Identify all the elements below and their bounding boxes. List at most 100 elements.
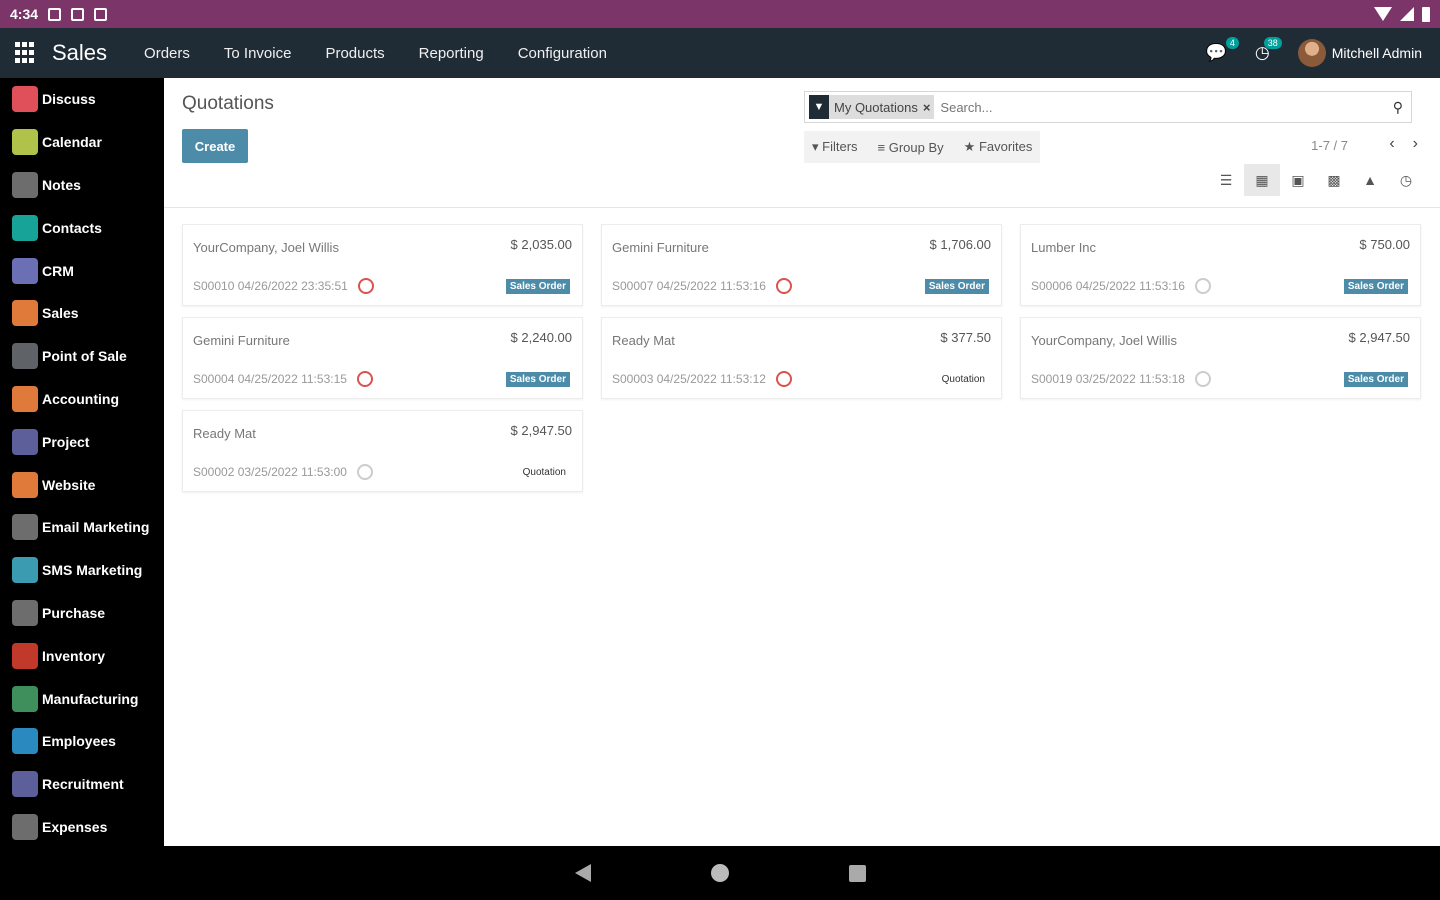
status-badge: Sales Order xyxy=(505,279,570,294)
list-view-icon[interactable]: ☰ xyxy=(1208,164,1244,196)
card-ref-text: S00019 03/25/2022 11:53:18 xyxy=(1031,372,1185,386)
activity-clock-icon[interactable] xyxy=(1194,371,1211,387)
sidebar-item-inventory[interactable]: Inventory xyxy=(0,634,164,677)
back-icon[interactable] xyxy=(574,864,591,882)
menu-products[interactable]: Products xyxy=(325,45,384,62)
recents-icon[interactable] xyxy=(848,864,866,882)
kanban-card[interactable]: Gemini Furniture $ 1,706.00 S00007 04/25/2… xyxy=(601,224,1002,306)
sidebar-item-manufacturing[interactable]: Manufacturing xyxy=(0,677,164,720)
app-icon xyxy=(12,171,38,198)
sd-card-icon xyxy=(71,7,85,21)
kanban-card[interactable]: Ready Mat $ 2,947.50 S00002 03/25/2022 11:… xyxy=(182,410,583,492)
activity-clock-icon[interactable] xyxy=(357,278,374,294)
calendar-view-icon[interactable]: ▣ xyxy=(1280,164,1316,196)
sidebar-item-label: Expenses xyxy=(42,818,108,835)
status-time: 4:34 xyxy=(10,6,39,22)
sidebar-item-contacts[interactable]: Contacts xyxy=(0,206,164,249)
sidebar-item-point-of-sale[interactable]: Point of Sale xyxy=(0,335,164,378)
card-reference: S00010 04/26/2022 23:35:51 xyxy=(193,278,374,294)
activity-clock-icon[interactable] xyxy=(775,278,792,294)
menu-to-invoice[interactable]: To Invoice xyxy=(224,45,292,62)
sidebar-item-sms-marketing[interactable]: SMS Marketing xyxy=(0,549,164,592)
card-reference: S00003 04/25/2022 11:53:12 xyxy=(612,371,792,387)
pager-controls: ‹ › xyxy=(1389,135,1418,153)
chevron-left-icon[interactable]: ‹ xyxy=(1389,135,1394,153)
create-button[interactable]: Create xyxy=(182,129,248,163)
sidebar-item-purchase[interactable]: Purchase xyxy=(0,592,164,635)
sidebar-item-accounting[interactable]: Accounting xyxy=(0,378,164,421)
app-brand[interactable]: Sales xyxy=(52,40,107,66)
messages-badge: 4 xyxy=(1225,37,1239,49)
activity-clock-icon[interactable] xyxy=(775,371,792,387)
app-icon xyxy=(12,599,38,626)
search-bar: ▼ My Quotations × ⚲ xyxy=(804,91,1412,123)
notification-icon xyxy=(48,7,62,21)
pivot-view-icon[interactable]: ▩ xyxy=(1316,164,1352,196)
phone-storage-icon xyxy=(94,7,108,21)
home-icon[interactable] xyxy=(710,864,729,882)
sidebar-item-website[interactable]: Website xyxy=(0,463,164,506)
filters-button[interactable]: ▾ Filters xyxy=(812,139,858,155)
app-icon xyxy=(12,813,38,840)
kanban-card[interactable]: Ready Mat $ 377.50 S00003 04/25/2022 11:53… xyxy=(601,317,1002,399)
sidebar-item-label: Discuss xyxy=(42,91,96,108)
page-title: Quotations xyxy=(182,93,274,114)
kanban-card[interactable]: YourCompany, Joel Willis $ 2,947.50 S00019… xyxy=(1020,317,1421,399)
status-badge: Sales Order xyxy=(924,279,989,294)
sidebar-item-crm[interactable]: CRM xyxy=(0,249,164,292)
sidebar-item-recruitment[interactable]: Recruitment xyxy=(0,763,164,806)
favorites-button[interactable]: ★ Favorites xyxy=(964,139,1033,155)
menu-configuration[interactable]: Configuration xyxy=(518,45,607,62)
app-icon xyxy=(12,385,38,412)
chevron-right-icon[interactable]: › xyxy=(1413,135,1418,153)
sidebar-item-label: CRM xyxy=(42,262,74,279)
sidebar-item-discuss[interactable]: Discuss xyxy=(0,78,164,121)
activities-icon[interactable]: ◷ 38 xyxy=(1255,37,1282,63)
facet-label: My Quotations xyxy=(834,99,918,115)
menu-orders[interactable]: Orders xyxy=(144,45,190,62)
card-ref-text: S00010 04/26/2022 23:35:51 xyxy=(193,279,348,293)
sidebar-item-notes[interactable]: Notes xyxy=(0,164,164,207)
activities-badge: 38 xyxy=(1263,37,1282,49)
kanban-card[interactable]: Lumber Inc $ 750.00 S00006 04/25/2022 11:5… xyxy=(1020,224,1421,306)
activity-clock-icon[interactable] xyxy=(356,371,373,387)
search-input[interactable] xyxy=(940,99,1393,115)
card-amount: $ 377.50 xyxy=(940,330,991,345)
activity-view-icon[interactable]: ◷ xyxy=(1388,164,1424,196)
sidebar-item-expenses[interactable]: Expenses xyxy=(0,806,164,849)
card-reference: S00002 03/25/2022 11:53:00 xyxy=(193,464,373,480)
sidebar-item-email-marketing[interactable]: Email Marketing xyxy=(0,506,164,549)
status-badge: Quotation xyxy=(941,374,985,385)
groupby-button[interactable]: ≡ Group By xyxy=(878,140,944,155)
sidebar-item-label: Purchase xyxy=(42,604,106,621)
sidebar-item-label: Manufacturing xyxy=(42,690,139,707)
kanban-card[interactable]: Gemini Furniture $ 2,240.00 S00004 04/25/2… xyxy=(182,317,583,399)
sidebar-item-employees[interactable]: Employees xyxy=(0,720,164,763)
card-ref-text: S00003 04/25/2022 11:53:12 xyxy=(612,372,766,386)
kanban-card[interactable]: YourCompany, Joel Willis $ 2,035.00 S00010… xyxy=(182,224,583,306)
sidebar-item-label: Website xyxy=(42,476,96,493)
sidebar-item-label: Recruitment xyxy=(42,776,124,793)
user-menu[interactable]: Mitchell Admin xyxy=(1297,39,1422,67)
apps-menu-icon[interactable] xyxy=(15,42,37,64)
card-customer: Gemini Furniture xyxy=(193,333,290,348)
app-icon xyxy=(12,343,38,370)
sidebar-item-sales[interactable]: Sales xyxy=(0,292,164,335)
sidebar-item-label: Contacts xyxy=(42,219,102,236)
menu-reporting[interactable]: Reporting xyxy=(419,45,484,62)
pager-value[interactable]: 1-7 / 7 xyxy=(1311,138,1348,153)
activity-clock-icon[interactable] xyxy=(1194,278,1211,294)
card-reference: S00004 04/25/2022 11:53:15 xyxy=(193,371,373,387)
sidebar-item-calendar[interactable]: Calendar xyxy=(0,121,164,164)
card-customer: Ready Mat xyxy=(612,333,675,348)
sidebar-item-project[interactable]: Project xyxy=(0,420,164,463)
messages-icon[interactable]: 💬 4 xyxy=(1206,37,1239,63)
sidebar-item-label: Project xyxy=(42,433,90,450)
app-icon xyxy=(12,685,38,712)
graph-view-icon[interactable]: ▲ xyxy=(1352,164,1388,196)
activity-clock-icon[interactable] xyxy=(356,464,373,480)
search-icon[interactable]: ⚲ xyxy=(1393,99,1403,116)
kanban-view-icon[interactable]: ▦ xyxy=(1244,164,1280,196)
facet-remove-icon[interactable]: × xyxy=(923,100,935,115)
sidebar-item-label: Accounting xyxy=(42,390,119,407)
